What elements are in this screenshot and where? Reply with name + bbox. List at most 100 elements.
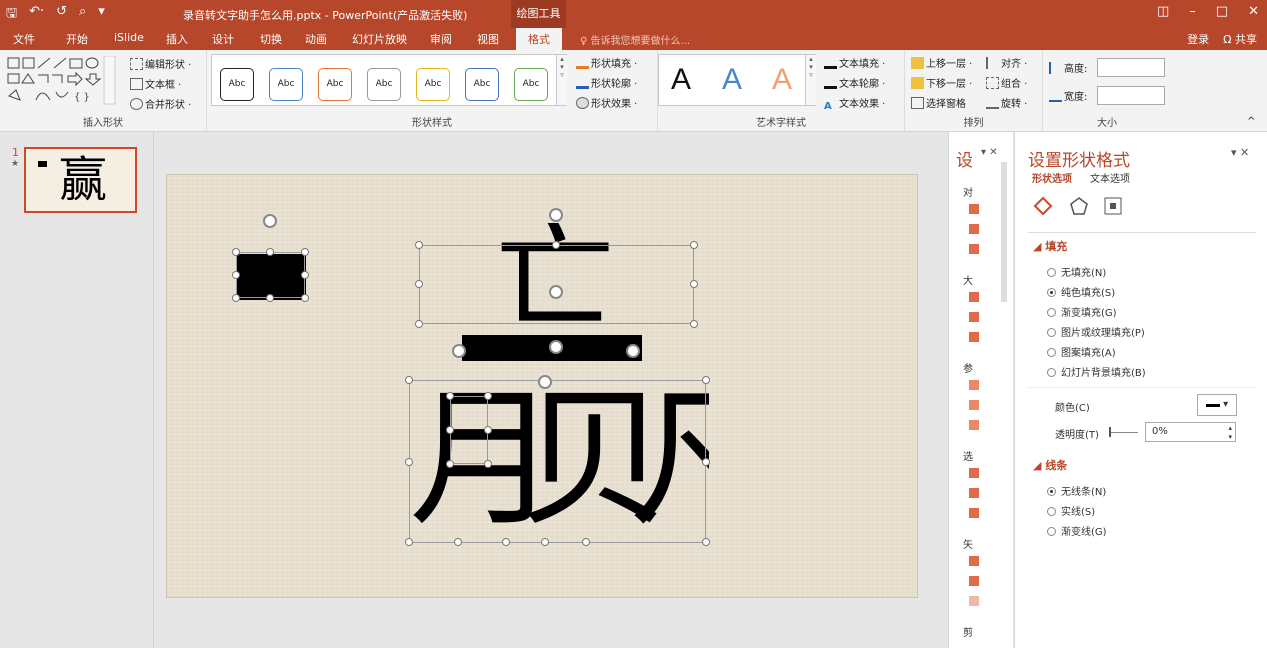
transparency-slider[interactable] [1110, 432, 1138, 433]
resize-handle[interactable] [702, 376, 710, 384]
pane-options-icon[interactable]: ▾ ✕ [981, 147, 998, 158]
line-option-gradient[interactable]: 渐变线(G) [1047, 523, 1107, 538]
resize-handle[interactable] [582, 538, 590, 546]
wordart-style-swatch[interactable]: A [671, 63, 691, 97]
vector-icon[interactable] [969, 596, 979, 606]
shape-style-swatch[interactable]: Abc [269, 68, 303, 101]
resize-handle[interactable] [552, 241, 560, 249]
merge-shapes-button[interactable]: 合并形状 · [130, 96, 191, 111]
line-option-solid[interactable]: 实线(S) [1047, 503, 1095, 518]
tab-format[interactable]: 格式 [516, 28, 562, 50]
resize-handle[interactable] [541, 538, 549, 546]
line-section-header[interactable]: ◢ 线条 [1033, 457, 1067, 473]
color-picker-button[interactable]: ▾ [1197, 394, 1237, 416]
collapse-ribbon-icon[interactable]: ^ [1247, 116, 1255, 127]
redo-icon[interactable]: ↺ [56, 4, 67, 26]
resize-handle[interactable] [690, 320, 698, 328]
touch-mode-icon[interactable]: ⌕ [79, 4, 86, 26]
rotate-handle-icon[interactable] [626, 344, 640, 358]
size-match-icon[interactable] [969, 312, 979, 322]
resize-handle[interactable] [690, 241, 698, 249]
tab-islide[interactable]: iSlide [114, 31, 144, 44]
gallery-scroll[interactable]: ▴ ▾ ▿ [556, 55, 567, 105]
resize-handle[interactable] [415, 280, 423, 288]
tab-view[interactable]: 视图 [477, 31, 499, 47]
resize-handle[interactable] [266, 294, 274, 302]
width-input[interactable] [1097, 86, 1165, 105]
tab-file[interactable]: 文件 [13, 31, 35, 47]
rotate-handle-icon[interactable] [549, 208, 563, 222]
reference-icon[interactable] [969, 400, 979, 410]
fill-option-picture[interactable]: 图片或纹理填充(P) [1047, 324, 1145, 339]
vector-icon[interactable] [969, 556, 979, 566]
fill-option-slide-background[interactable]: 幻灯片背景填充(B) [1047, 364, 1146, 379]
fill-option-solid[interactable]: 纯色填充(S) [1047, 284, 1115, 299]
resize-handle[interactable] [232, 294, 240, 302]
edit-shape-button[interactable]: 编辑形状 · [130, 56, 191, 71]
align-button[interactable]: 对齐 · [986, 55, 1027, 70]
resize-handle[interactable] [446, 392, 454, 400]
resize-handle[interactable] [405, 458, 413, 466]
selection-pane-button[interactable]: 选择窗格 [911, 95, 966, 110]
select-icon[interactable] [969, 468, 979, 478]
vector-icon[interactable] [969, 576, 979, 586]
resize-handle[interactable] [690, 280, 698, 288]
transparency-input[interactable]: 0% ▴ ▾ [1145, 422, 1236, 442]
resize-handle[interactable] [702, 458, 710, 466]
fill-option-gradient[interactable]: 渐变填充(G) [1047, 304, 1117, 319]
format-pane-close-icon[interactable]: ▾ ✕ [1231, 146, 1249, 159]
tab-review[interactable]: 审阅 [430, 31, 452, 47]
fill-option-pattern[interactable]: 图案填充(A) [1047, 344, 1116, 359]
rotate-button[interactable]: 旋转 · [986, 95, 1027, 110]
shape-style-swatch[interactable]: Abc [318, 68, 352, 101]
reference-icon[interactable] [969, 380, 979, 390]
resize-handle[interactable] [232, 248, 240, 256]
close-button[interactable]: ✕ [1248, 4, 1259, 19]
wordart-style-swatch[interactable]: A [772, 63, 792, 97]
tab-transitions[interactable]: 切换 [260, 31, 282, 47]
tab-design[interactable]: 设计 [212, 31, 234, 47]
tab-slideshow[interactable]: 幻灯片放映 [352, 31, 407, 47]
shape-style-swatch[interactable]: Abc [367, 68, 401, 101]
resize-handle[interactable] [405, 376, 413, 384]
text-fill-button[interactable]: 文本填充 · [824, 55, 885, 70]
group-button[interactable]: 组合 · [986, 75, 1027, 90]
select-icon[interactable] [969, 508, 979, 518]
save-icon[interactable]: 🖫 [6, 4, 17, 26]
rotate-handle-icon[interactable] [538, 375, 552, 389]
rotate-handle-icon[interactable] [263, 214, 277, 228]
align-left-icon[interactable] [969, 204, 979, 214]
shape-style-swatch[interactable]: Abc [514, 68, 548, 101]
tab-shape-options[interactable]: 形状选项 [1032, 170, 1072, 185]
shape-style-swatch[interactable]: Abc [465, 68, 499, 101]
send-backward-button[interactable]: 下移一层 · [911, 75, 972, 90]
resize-handle[interactable] [446, 460, 454, 468]
resize-handle[interactable] [702, 538, 710, 546]
text-outline-button[interactable]: 文本轮廓 · [824, 75, 885, 90]
share-button[interactable]: Ω 共享 [1223, 31, 1257, 47]
resize-handle[interactable] [454, 538, 462, 546]
tab-text-options[interactable]: 文本选项 [1090, 170, 1130, 185]
undo-icon[interactable]: ↶· [29, 4, 44, 26]
bring-forward-button[interactable]: 上移一层 · [911, 55, 972, 70]
tab-animations[interactable]: 动画 [305, 31, 327, 47]
ribbon-display-options-button[interactable]: ◫ [1157, 4, 1169, 19]
resize-handle[interactable] [446, 426, 454, 434]
resize-handle[interactable] [266, 248, 274, 256]
wordart-style-swatch[interactable]: A [722, 63, 742, 97]
align-right-icon[interactable] [969, 244, 979, 254]
resize-handle[interactable] [484, 392, 492, 400]
resize-handle[interactable] [301, 248, 309, 256]
shape-fill-button[interactable]: 形状填充 · [576, 55, 637, 70]
text-box-button[interactable]: 文本框 · [130, 76, 181, 91]
maximize-button[interactable]: □ [1216, 4, 1228, 19]
fill-section-header[interactable]: ◢ 填充 [1033, 238, 1067, 254]
sign-in-link[interactable]: 登录 [1187, 31, 1209, 47]
resize-handle[interactable] [502, 538, 510, 546]
text-effects-button[interactable]: A 文本效果 · [824, 95, 885, 113]
shape-outline-button[interactable]: 形状轮廓 · [576, 75, 637, 90]
minimize-button[interactable]: – [1189, 4, 1196, 19]
pane-scrollbar[interactable] [1001, 162, 1007, 302]
resize-handle[interactable] [232, 271, 240, 279]
tab-insert[interactable]: 插入 [166, 31, 188, 47]
